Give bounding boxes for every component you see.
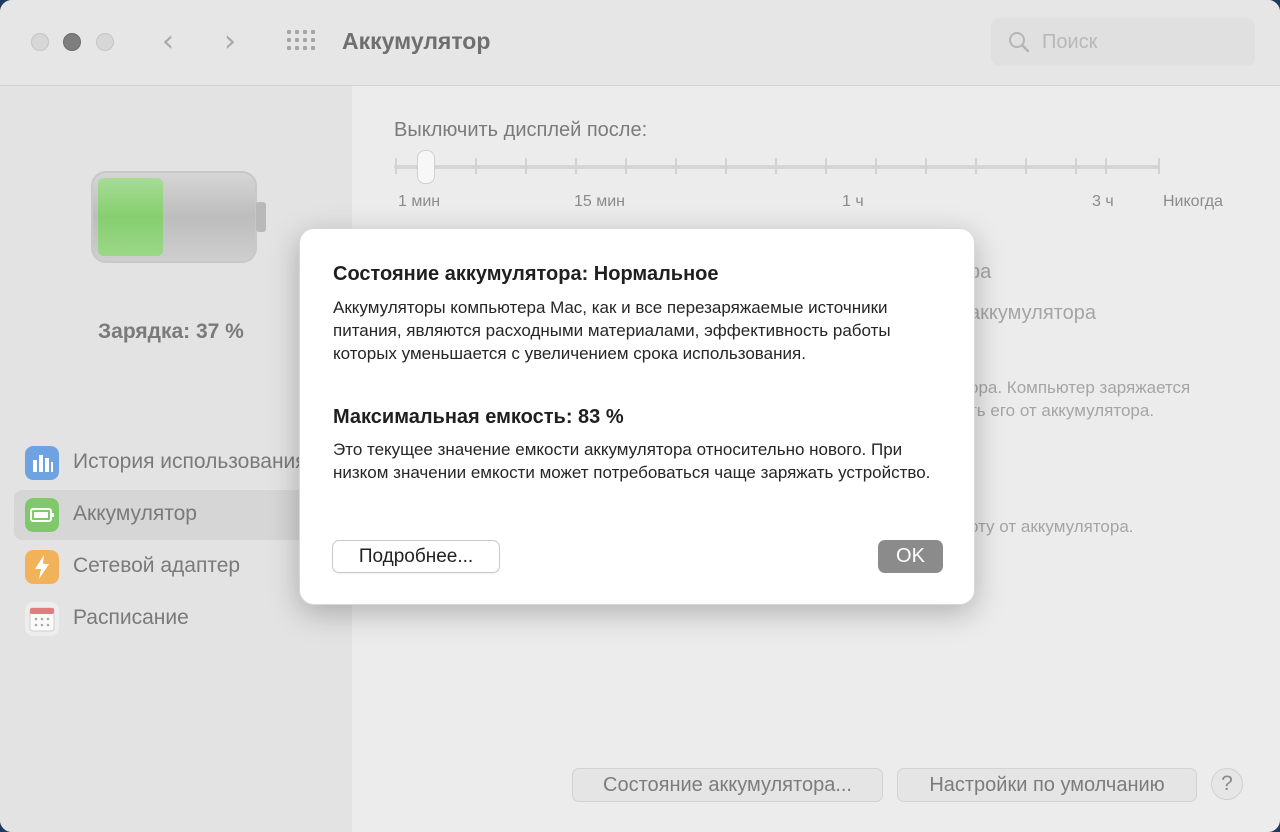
max-capacity-description: Это текущее значение емкости аккумулятор… xyxy=(333,440,931,482)
slider-tick xyxy=(775,158,777,174)
slider-tick xyxy=(1105,158,1107,174)
battery-health-button[interactable]: Состояние аккумулятора... xyxy=(572,768,883,802)
power-adapter-icon xyxy=(25,550,59,584)
titlebar: ‹ › Аккумулятор Поиск xyxy=(0,0,1280,86)
sidebar-item-label: Аккумулятор xyxy=(73,502,197,525)
battery-charge-icon xyxy=(91,171,266,263)
slider-label-3h: 3 ч xyxy=(1092,193,1114,210)
battery-condition-heading: Состояние аккумулятора: Нормальное xyxy=(333,263,719,285)
display-off-label: Выключить дисплей после: xyxy=(394,119,648,141)
show-all-grid-icon[interactable] xyxy=(287,30,317,52)
help-button[interactable]: ? xyxy=(1211,768,1243,800)
slider-tick xyxy=(825,158,827,174)
slider-knob[interactable] xyxy=(417,150,435,184)
sidebar-item-label: Сетевой адаптер xyxy=(73,554,241,577)
obscured-description-text: ора. Компьютер заряжается xyxy=(969,378,1191,397)
usage-history-icon xyxy=(25,446,59,480)
slider-tick xyxy=(625,158,627,174)
back-arrow-icon[interactable]: ‹ xyxy=(162,24,174,59)
slider-label-1h: 1 ч xyxy=(842,193,864,210)
minimize-button[interactable] xyxy=(63,33,81,51)
max-capacity-heading: Максимальная емкость: 83 % xyxy=(333,406,624,428)
battery-icon xyxy=(25,498,59,532)
obscured-description-text: оту от аккумулятора. xyxy=(969,517,1134,536)
system-preferences-window: ‹ › Аккумулятор Поиск Зарядка: 37 % Исто… xyxy=(0,0,1280,832)
obscured-description-text: ть его от аккумулятора. xyxy=(969,401,1155,420)
sidebar-item-label: Расписание xyxy=(73,606,189,629)
slider-tick xyxy=(1025,158,1027,174)
slider-tick xyxy=(975,158,977,174)
slider-tick xyxy=(925,158,927,174)
slider-tick xyxy=(575,158,577,174)
close-button[interactable] xyxy=(31,33,49,51)
sidebar-item-label: История использования xyxy=(73,450,307,473)
slider-tick xyxy=(1158,158,1160,174)
learn-more-button[interactable]: Подробнее... xyxy=(332,540,500,573)
charge-percentage: Зарядка: 37 % xyxy=(98,320,244,343)
slider-label-never: Никогда xyxy=(1163,193,1223,210)
slider-tick xyxy=(725,158,727,174)
slider-tick xyxy=(395,158,397,174)
search-field[interactable] xyxy=(991,18,1255,66)
search-placeholder[interactable]: Поиск xyxy=(1042,31,1097,54)
slider-tick xyxy=(675,158,677,174)
zoom-button[interactable] xyxy=(96,33,114,51)
slider-label-1min: 1 мин xyxy=(398,193,441,210)
calendar-icon xyxy=(25,602,59,636)
ok-button[interactable]: OK xyxy=(878,540,943,573)
slider-tick xyxy=(1075,158,1077,174)
forward-arrow-icon[interactable]: › xyxy=(224,24,236,59)
slider-tick xyxy=(525,158,527,174)
window-title: Аккумулятор xyxy=(342,28,491,54)
restore-defaults-button[interactable]: Настройки по умолчанию xyxy=(897,768,1197,802)
battery-condition-dialog: Состояние аккумулятора: Нормальное Аккум… xyxy=(299,228,975,605)
search-icon xyxy=(1009,32,1030,53)
obscured-option-text: аккумулятора xyxy=(969,302,1096,324)
display-off-slider[interactable] xyxy=(394,165,1160,169)
battery-condition-description: Аккумуляторы компьютера Mac, как и все п… xyxy=(333,298,891,363)
slider-tick xyxy=(475,158,477,174)
slider-tick xyxy=(875,158,877,174)
sidebar-item-schedule[interactable]: Расписание xyxy=(14,594,354,644)
slider-label-15min: 15 мин xyxy=(574,193,626,210)
